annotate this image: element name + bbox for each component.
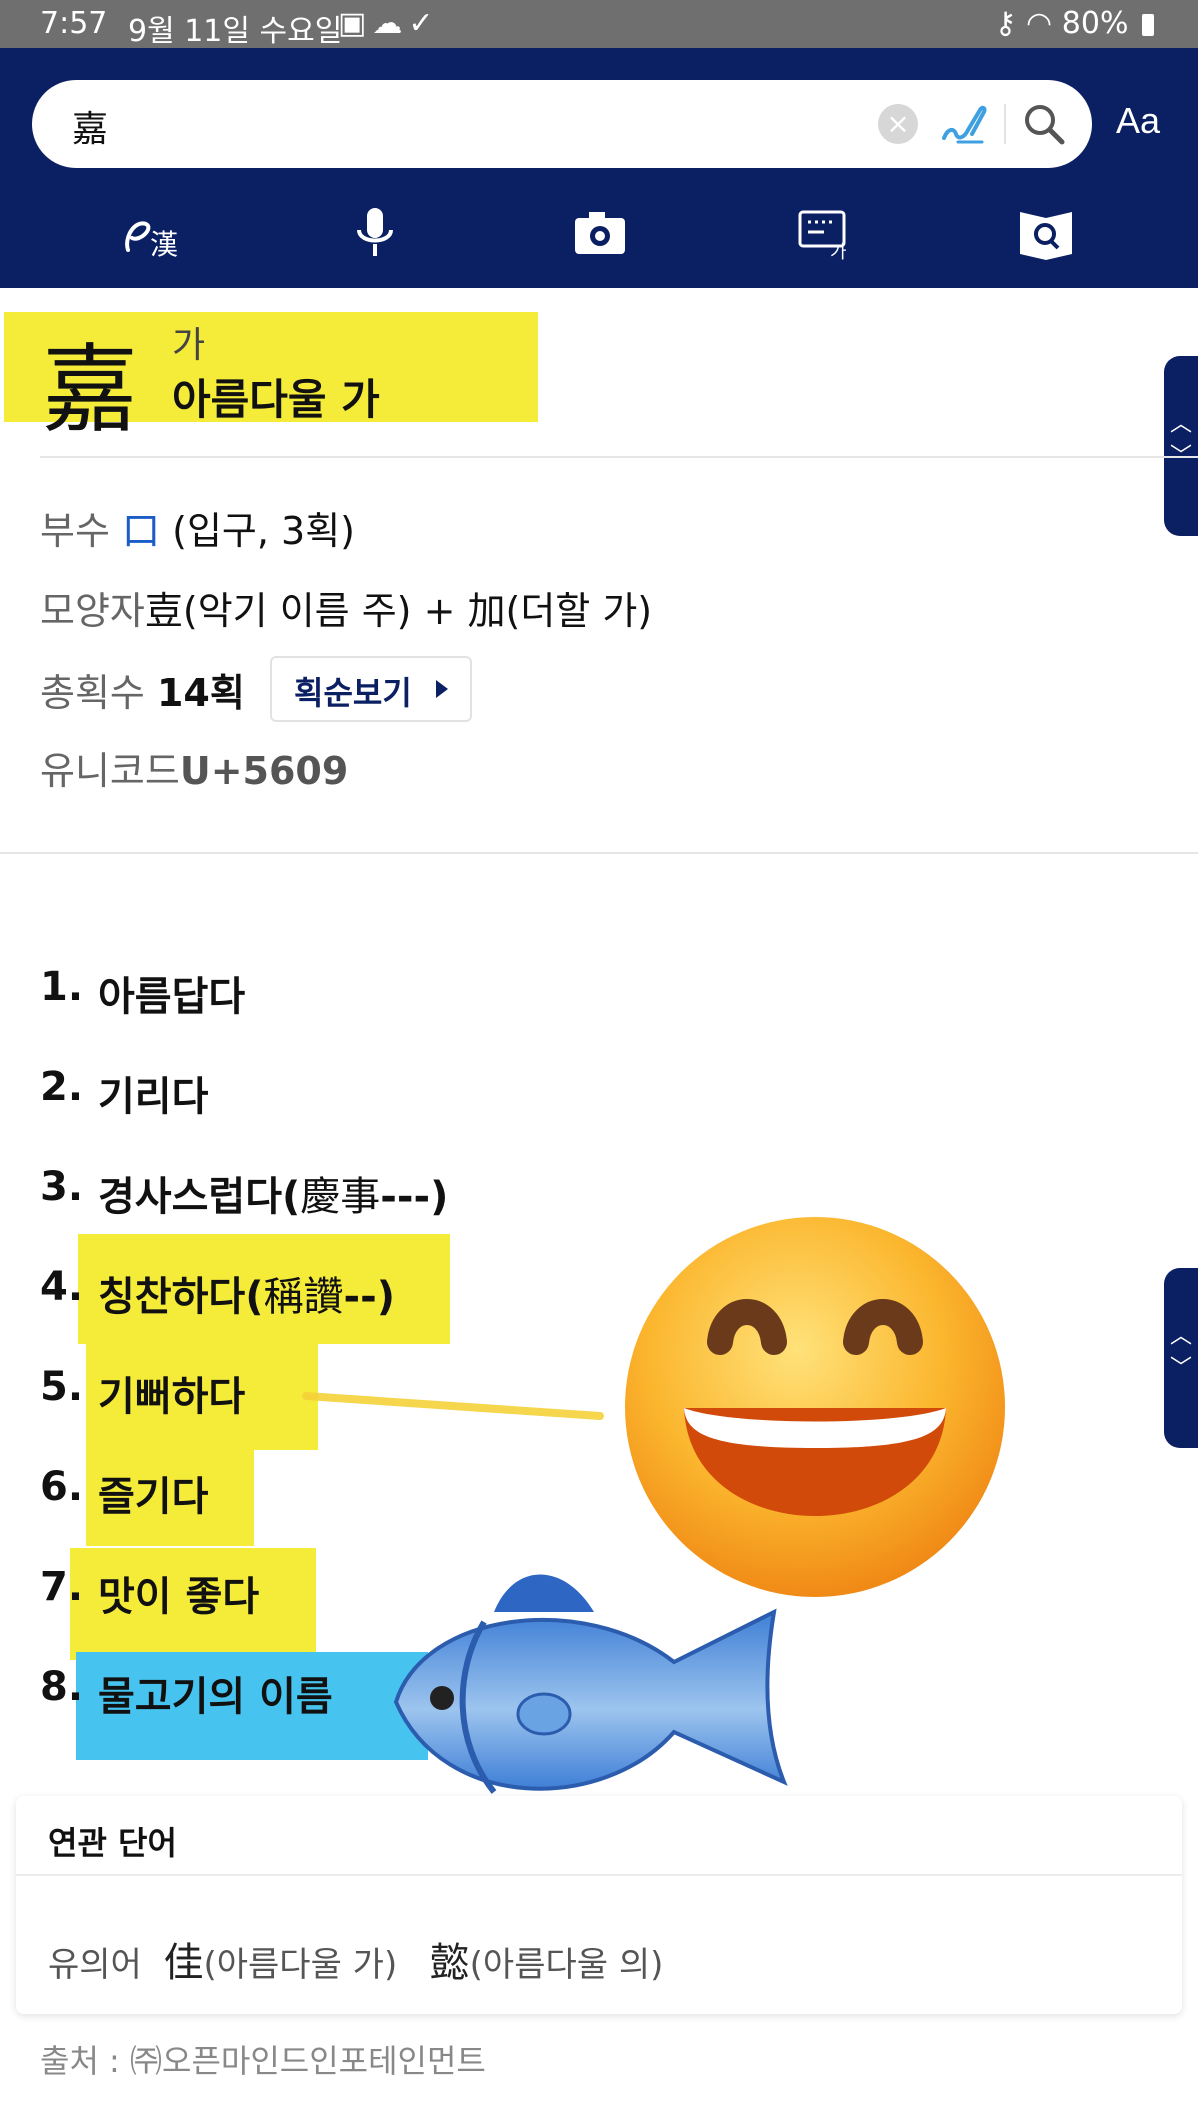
keyboard-icon: 가 <box>798 210 847 263</box>
definition-hanja[interactable]: 慶事 <box>300 1174 380 1220</box>
radical-char[interactable]: 口 <box>122 509 160 553</box>
strokes-value: 14획 <box>156 671 245 715</box>
unicode-value: U+5609 <box>179 749 349 793</box>
definition-tail: ---) <box>380 1174 449 1220</box>
battery-level: 80% <box>1061 6 1129 41</box>
svg-text:漢: 漢 <box>150 228 178 261</box>
status-bar: 7:57 9월 11일 수요일 ▣☁✓ ⚷ ◠ 80% <box>0 0 1198 49</box>
definition-text: 즐기다 <box>98 1474 209 1520</box>
hanja-handwriting-tool[interactable]: 漢 <box>118 198 188 268</box>
divider <box>0 852 1198 854</box>
definition-number: 8. <box>40 1664 84 1710</box>
entry-hanja: 嘉 <box>42 334 138 446</box>
voice-search-tool[interactable] <box>340 198 410 268</box>
definition-text: 칭찬하다( <box>98 1274 264 1320</box>
microphone-icon <box>357 208 393 256</box>
definition-item: 칭찬하다(稱讚--) <box>98 1264 395 1322</box>
status-right: ⚷ ◠ 80% <box>994 6 1154 41</box>
chevron-up-icon[interactable]: ︿ <box>1164 356 1198 438</box>
search-icon[interactable] <box>1020 100 1068 148</box>
radical-row: 부수 口 (입구, 3획) <box>40 500 355 555</box>
synonym-item[interactable]: 懿(아름다울 의) <box>430 1940 664 1986</box>
app-header: 嘉 × Aa 漢 가 <box>0 48 1198 288</box>
strokes-label: 총획수 <box>40 671 145 715</box>
stroke-order-label: 획순보기 <box>294 674 412 712</box>
shape-row: 모양자壴(악기 이름 주) + 加(더할 가) <box>40 580 652 635</box>
entry-reading: 가 <box>172 325 206 366</box>
synonym-row: 유의어 佳(아름다울 가) 懿(아름다울 의) <box>48 1930 663 1988</box>
notification-icons: ▣☁✓ <box>338 6 440 41</box>
definition-text: 경사스럽다( <box>98 1174 301 1220</box>
definition-text: 기리다 <box>98 1074 209 1120</box>
search-input[interactable]: 嘉 <box>72 100 108 152</box>
strokes-row: 총획수 14획 <box>40 662 245 717</box>
radical-desc: (입구, 3획) <box>172 509 355 553</box>
definition-number: 4. <box>40 1264 84 1310</box>
search-divider <box>1004 104 1006 144</box>
book-search-icon <box>1020 212 1072 260</box>
synonym-item[interactable]: 佳(아름다울 가) <box>163 1940 398 1986</box>
definition-text: 기뻐하다 <box>98 1374 246 1420</box>
chevron-down-icon[interactable]: ﹀ <box>1164 1350 1198 1382</box>
definition-hanja[interactable]: 稱讚 <box>263 1274 343 1320</box>
entry-meaning: 아름다울 가 <box>172 375 380 424</box>
definition-number: 2. <box>40 1064 84 1110</box>
source-credit: 출처 : ㈜오픈마인드인포테인먼트 <box>40 2042 486 2080</box>
stroke-order-button[interactable]: 획순보기 <box>270 656 472 722</box>
radical-label: 부수 <box>40 509 110 553</box>
shape-label: 모양자 <box>40 589 145 633</box>
divider <box>40 456 1198 458</box>
definition-text: 맛이 좋다 <box>98 1574 260 1620</box>
hanja-handwriting-icon: 漢 <box>125 221 178 261</box>
clear-icon[interactable]: × <box>878 104 918 144</box>
definition-number: 7. <box>40 1564 84 1610</box>
search-tools: 漢 가 <box>0 198 1198 278</box>
synonym-desc: (아름다울 가) <box>203 1945 398 1985</box>
definition-item: 경사스럽다(慶事---) <box>98 1164 448 1222</box>
chevron-up-icon[interactable]: ︿ <box>1164 1268 1198 1350</box>
grinning-face-emoji <box>625 1217 1005 1597</box>
side-scroll-nav-top[interactable]: ︿ ﹀ <box>1164 356 1198 536</box>
camera-search-tool[interactable] <box>565 198 635 268</box>
handwriting-icon[interactable] <box>938 98 990 150</box>
synonym-hanja[interactable]: 佳 <box>163 1940 203 1986</box>
status-time: 7:57 <box>40 6 108 41</box>
definition-number: 6. <box>40 1464 84 1510</box>
dictionary-search-tool[interactable] <box>1012 198 1082 268</box>
divider <box>16 1874 1182 1876</box>
unicode-row: 유니코드U+5609 <box>40 740 348 795</box>
synonym-hanja[interactable]: 懿 <box>430 1940 470 1986</box>
camera-icon <box>575 212 625 254</box>
wifi-icon: ◠ <box>1026 6 1053 41</box>
definition-tail: --) <box>343 1274 395 1320</box>
side-scroll-nav-bottom[interactable]: ︿ ﹀ <box>1164 1268 1198 1448</box>
synonym-label: 유의어 <box>48 1945 142 1985</box>
definition-text: 물고기의 이름 <box>98 1674 333 1720</box>
definition-text: 아름답다 <box>98 974 246 1020</box>
play-triangle-icon <box>436 680 448 698</box>
battery-icon <box>1142 13 1154 36</box>
chevron-down-icon[interactable]: ﹀ <box>1164 438 1198 470</box>
font-size-button[interactable]: Aa <box>1116 100 1160 142</box>
synonym-desc: (아름다울 의) <box>469 1945 664 1985</box>
definition-number: 3. <box>40 1164 84 1210</box>
unicode-label: 유니코드 <box>40 749 180 793</box>
key-icon: ⚷ <box>994 6 1017 41</box>
related-words-card: 연관 단어 유의어 佳(아름다울 가) 懿(아름다울 의) <box>16 1796 1182 2014</box>
status-date: 9월 11일 수요일 <box>128 14 343 49</box>
definition-number: 1. <box>40 964 84 1010</box>
definition-number: 5. <box>40 1364 84 1410</box>
svg-text:가: 가 <box>830 242 847 263</box>
keyboard-tool[interactable]: 가 <box>790 198 860 268</box>
search-box[interactable]: 嘉 × <box>32 80 1092 168</box>
related-title: 연관 단어 <box>48 1824 177 1862</box>
highlight-stroke <box>302 1392 604 1420</box>
shape-value: 壴(악기 이름 주) + 加(더할 가) <box>144 589 653 633</box>
